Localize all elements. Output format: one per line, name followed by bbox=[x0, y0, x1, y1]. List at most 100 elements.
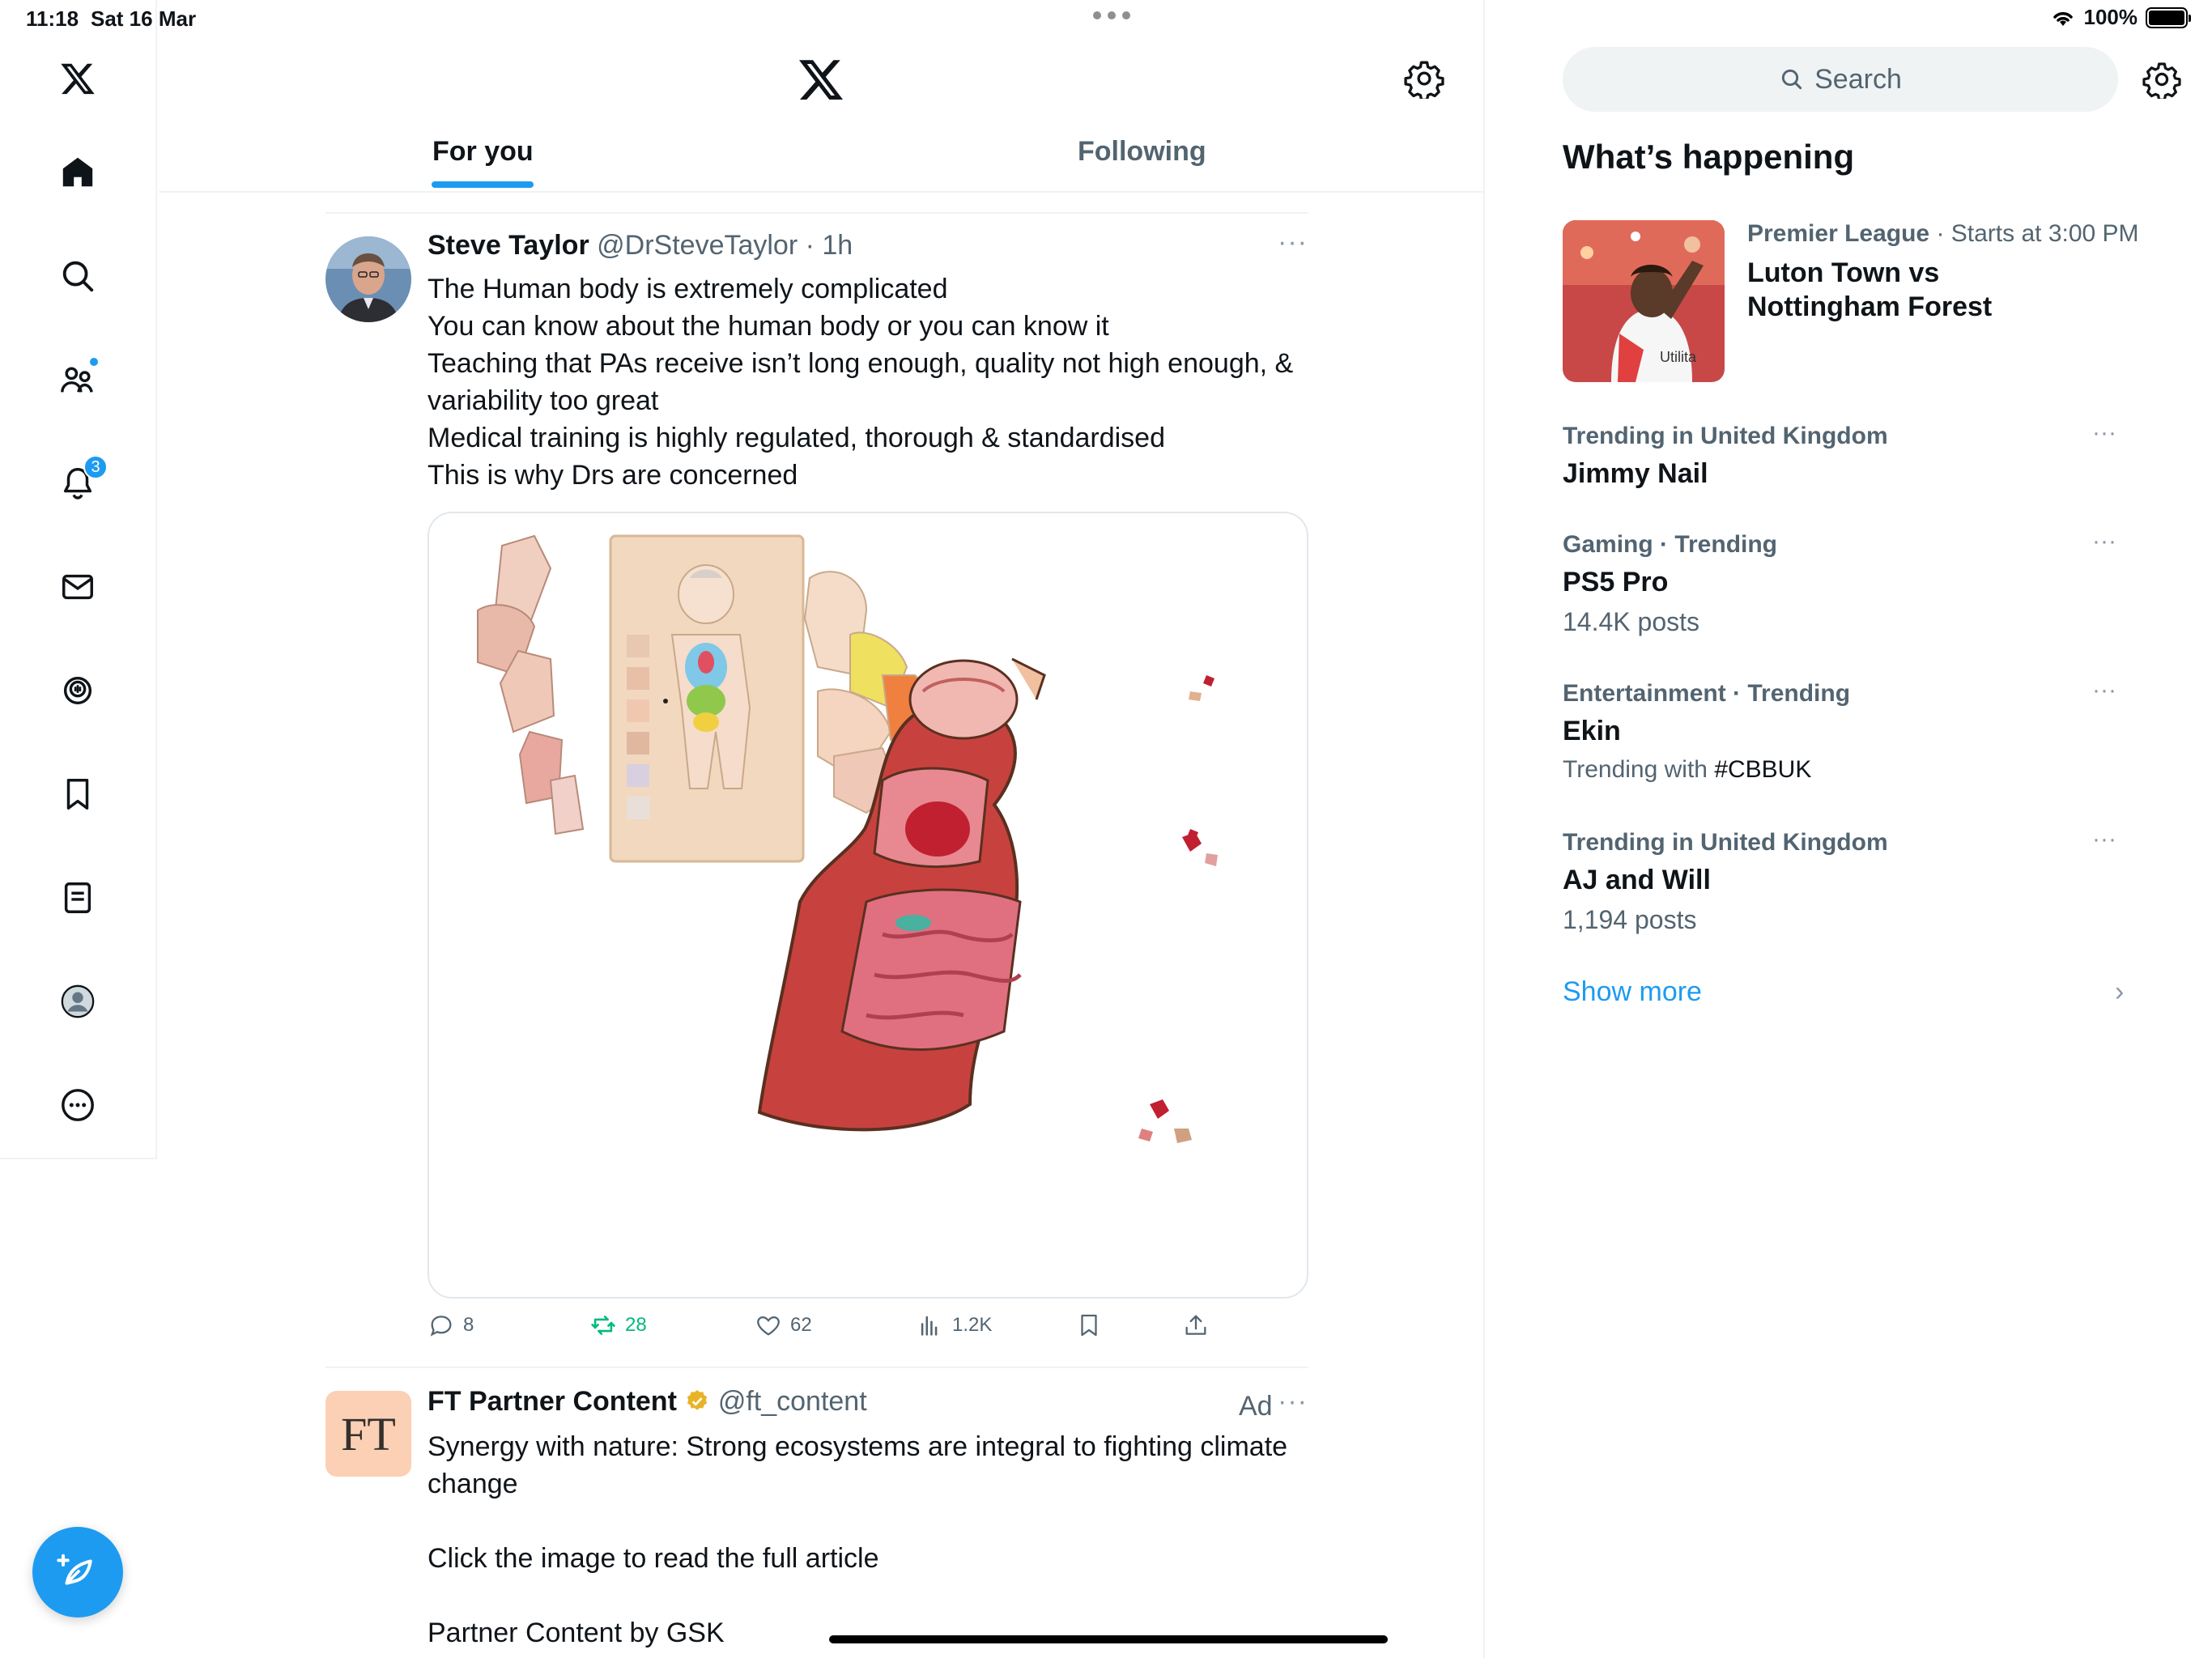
ad-text-line bbox=[428, 1577, 1318, 1614]
search-icon[interactable] bbox=[51, 249, 104, 303]
event-title-line: Luton Town vs bbox=[1747, 257, 1940, 288]
communities-dot-badge bbox=[88, 356, 100, 368]
battery-percent: 100% bbox=[2083, 5, 2138, 29]
heart-icon bbox=[757, 1316, 780, 1336]
tweet-author-avatar[interactable] bbox=[325, 236, 411, 322]
whats-happening-title: What’s happening bbox=[1563, 138, 1855, 176]
search-icon bbox=[1781, 69, 1802, 90]
ad-text-line: Synergy with nature: Strong ecosystems a… bbox=[428, 1431, 1288, 1462]
lists-icon[interactable] bbox=[51, 871, 104, 925]
share-icon bbox=[1185, 1315, 1206, 1335]
ad-text-line: change bbox=[428, 1469, 518, 1499]
tweet-text-line: variability too great bbox=[428, 385, 659, 416]
svg-text:Utilita: Utilita bbox=[1660, 349, 1697, 365]
trend-context-prefix: Trending with bbox=[1563, 756, 1715, 783]
tweet-header: Steve Taylor @DrSteveTaylor · 1h bbox=[428, 230, 853, 261]
x-logo-icon[interactable] bbox=[51, 52, 104, 105]
chevron-right-icon: › bbox=[2115, 976, 2125, 1007]
tweet-actions: 8 28 62 1.2K bbox=[428, 1312, 1237, 1352]
ad-author-name[interactable]: FT Partner Content bbox=[428, 1386, 677, 1417]
wifi-icon bbox=[2052, 11, 2073, 26]
bookmarks-icon[interactable] bbox=[51, 767, 104, 821]
verified-gold-icon bbox=[687, 1390, 708, 1410]
communities-icon[interactable] bbox=[51, 353, 104, 406]
profile-avatar-icon[interactable] bbox=[51, 975, 104, 1028]
tab-following[interactable]: Following bbox=[1078, 136, 1206, 168]
tweet-handle[interactable]: @DrSteveTaylor bbox=[597, 230, 798, 261]
event-thumbnail[interactable]: Utilita bbox=[1563, 220, 1725, 382]
bookmark-button[interactable] bbox=[1075, 1312, 1103, 1339]
views-chart-icon bbox=[921, 1316, 938, 1336]
trend-post-count: 14.4K posts bbox=[1563, 607, 1699, 636]
ad-handle[interactable]: @ft_content bbox=[718, 1386, 867, 1417]
ad-text-line bbox=[428, 1503, 1318, 1540]
retweet-icon bbox=[591, 1316, 615, 1335]
home-icon[interactable] bbox=[51, 146, 104, 199]
timeline-settings-icon[interactable] bbox=[1404, 58, 1444, 99]
trend-title[interactable]: AJ and Will bbox=[1563, 865, 1711, 896]
trend-hashtag[interactable]: #CBBUK bbox=[1714, 756, 1811, 783]
ft-logo-text: FT bbox=[341, 1407, 396, 1460]
event-time: · Starts at 3:00 PM bbox=[1936, 220, 2139, 247]
reply-count: 8 bbox=[463, 1314, 474, 1336]
status-right: 100% bbox=[2050, 5, 2191, 30]
trend-meta: Gaming · Trending bbox=[1563, 531, 1778, 558]
tweet-more-icon[interactable]: ··· bbox=[1278, 227, 1308, 258]
notifications-badge: 3 bbox=[83, 455, 108, 479]
active-tab-indicator bbox=[432, 181, 534, 188]
views-button[interactable]: 1.2K bbox=[917, 1312, 992, 1339]
event-title-line: Nottingham Forest bbox=[1747, 291, 1993, 322]
trend-post-count: 1,194 posts bbox=[1563, 905, 1697, 934]
more-icon[interactable] bbox=[51, 1078, 104, 1132]
trend-more-icon[interactable]: ··· bbox=[2092, 419, 2116, 447]
explore-settings-icon[interactable] bbox=[2142, 60, 2181, 99]
ad-label: Ad bbox=[1239, 1391, 1273, 1422]
views-count: 1.2K bbox=[952, 1314, 993, 1336]
spaces-icon[interactable] bbox=[51, 664, 104, 717]
trend-more-icon[interactable]: ··· bbox=[2092, 677, 2116, 704]
trend-more-icon[interactable]: ··· bbox=[2092, 528, 2116, 555]
tweet-author-name[interactable]: Steve Taylor bbox=[428, 230, 589, 261]
trend-title[interactable]: PS5 Pro bbox=[1563, 567, 1668, 598]
like-count: 62 bbox=[790, 1314, 812, 1336]
tweet-text-line: Medical training is highly regulated, th… bbox=[428, 423, 1165, 453]
search-input[interactable]: Search bbox=[1563, 47, 2118, 112]
compose-feather-icon bbox=[57, 1554, 92, 1585]
trend-more-icon[interactable]: ··· bbox=[2092, 826, 2116, 853]
event-league: Premier League bbox=[1747, 220, 1930, 247]
notifications-icon[interactable]: 3 bbox=[51, 455, 108, 510]
tweet-time[interactable]: · 1h bbox=[806, 230, 853, 261]
timeline-header: For you Following bbox=[159, 39, 1485, 193]
tweet-text-line: The Human body is extremely complicated bbox=[428, 274, 948, 304]
reply-button[interactable]: 8 bbox=[428, 1312, 474, 1339]
ad-tweet-text: Synergy with nature: Strong ecosystems a… bbox=[428, 1428, 1318, 1652]
show-more-link[interactable]: Show more bbox=[1563, 976, 1702, 1008]
tweet-media-image[interactable] bbox=[428, 512, 1308, 1299]
trend-context: Trending with #CBBUK bbox=[1563, 756, 1811, 784]
home-indicator[interactable] bbox=[829, 1635, 1388, 1643]
share-button[interactable] bbox=[1182, 1312, 1210, 1339]
x-logo-center-icon[interactable] bbox=[797, 55, 845, 104]
tweet-text-line: You can know about the human body or you… bbox=[428, 311, 1109, 342]
trend-meta: Entertainment · Trending bbox=[1563, 680, 1851, 707]
feed-divider bbox=[325, 212, 1308, 214]
tab-for-you[interactable]: For you bbox=[432, 136, 534, 168]
tweet-text-line: Teaching that PAs receive isn’t long eno… bbox=[428, 348, 1294, 379]
reply-icon bbox=[430, 1316, 452, 1337]
retweet-button[interactable]: 28 bbox=[589, 1312, 647, 1339]
trend-title[interactable]: Ekin bbox=[1563, 716, 1621, 747]
messages-icon[interactable] bbox=[51, 560, 104, 614]
ad-more-icon[interactable]: ··· bbox=[1278, 1386, 1308, 1418]
trend-meta: Trending in United Kingdom bbox=[1563, 829, 1888, 856]
like-button[interactable]: 62 bbox=[755, 1312, 812, 1339]
search-placeholder: Search bbox=[1814, 63, 1902, 95]
ad-tweet-header: FT Partner Content @ft_content bbox=[428, 1386, 867, 1418]
bookmark-icon bbox=[1081, 1314, 1097, 1337]
event-title[interactable]: Luton Town vs Nottingham Forest bbox=[1747, 256, 2104, 324]
tweet-text-line: This is why Drs are concerned bbox=[428, 460, 798, 491]
event-meta: Premier League · Starts at 3:00 PM bbox=[1747, 220, 2139, 248]
trend-title[interactable]: Jimmy Nail bbox=[1563, 458, 1708, 490]
feed-divider bbox=[325, 1367, 1308, 1368]
ad-author-avatar[interactable]: FT bbox=[325, 1391, 411, 1477]
compose-post-button[interactable] bbox=[32, 1527, 123, 1618]
